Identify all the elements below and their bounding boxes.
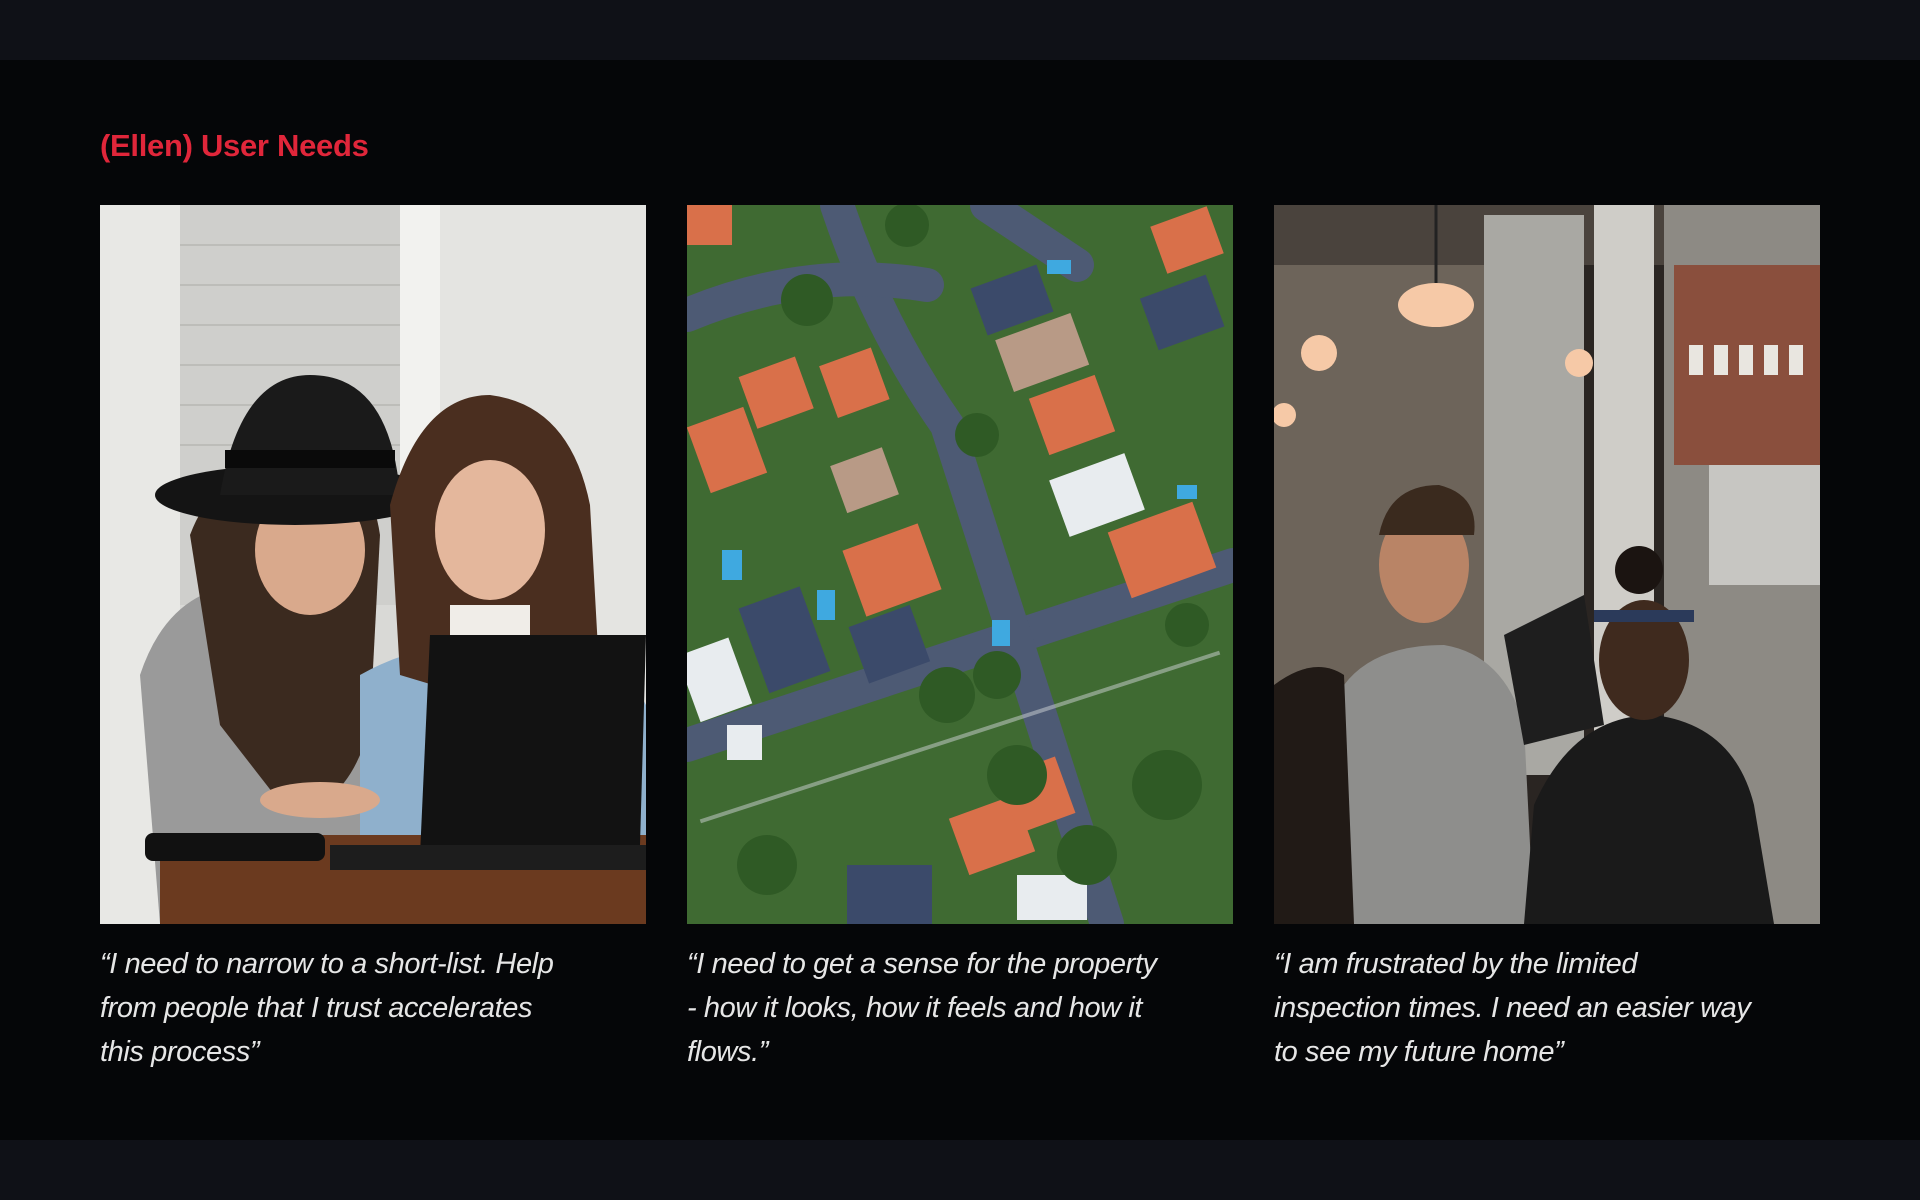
cafe-window-photo xyxy=(1274,205,1820,924)
presentation-slide: (Ellen) User Needs “I need to narrow to … xyxy=(0,60,1920,1140)
top-letterbox-bar xyxy=(0,0,1920,60)
aerial-suburb-photo xyxy=(687,205,1233,924)
user-need-quote-2: “I need to get a sense for the property … xyxy=(687,948,1157,1068)
two-women-laptop-photo xyxy=(100,205,646,924)
slide-title: (Ellen) User Needs xyxy=(100,128,369,163)
user-need-card-2: “I need to get a sense for the property … xyxy=(687,205,1233,1074)
user-need-quote-3: “I am frustrated by the limited inspecti… xyxy=(1274,948,1751,1068)
user-need-quote-1: “I need to narrow to a short-list. Help … xyxy=(100,948,554,1068)
user-need-card-1: “I need to narrow to a short-list. Help … xyxy=(100,205,646,1074)
user-need-card-3: “I am frustrated by the limited inspecti… xyxy=(1274,205,1820,1074)
bottom-letterbox-bar xyxy=(0,1140,1920,1200)
